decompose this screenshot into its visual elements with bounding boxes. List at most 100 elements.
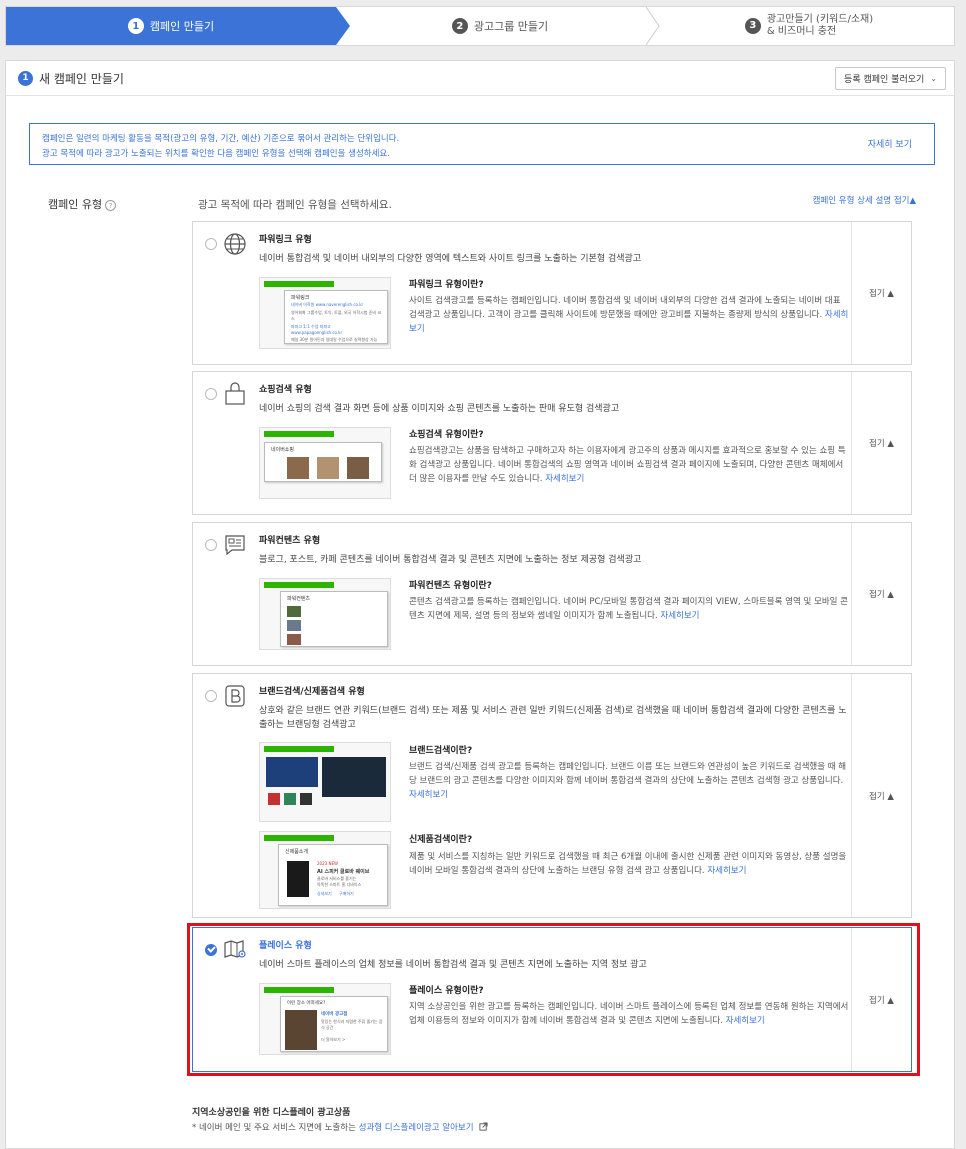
- content-icon: [225, 535, 245, 556]
- more-link[interactable]: 자세히보기: [409, 790, 448, 800]
- campaign-type-card-shopping[interactable]: 쇼핑검색 유형 네이버 쇼핑의 검색 결과 화면 등에 상품 이미지와 쇼핑 콘…: [192, 371, 912, 515]
- external-link-icon[interactable]: [479, 1122, 488, 1131]
- preview-text: 네이버 어학원 www.naverenglish.co.kr: [291, 302, 364, 307]
- preview-text: 구매하기: [339, 891, 354, 896]
- newproduct-preview-popup: 신제품소개 2023 NEW AI 스피커 클로바 웨이브 클로바 서비스를 즐…: [278, 844, 388, 906]
- card-title: 브랜드검색/신제품검색 유형: [259, 687, 365, 697]
- step-number: 2: [451, 18, 468, 34]
- card-title: 쇼핑검색 유형: [259, 385, 312, 395]
- globe-icon: [224, 233, 246, 255]
- campaign-type-card-place[interactable]: 플레이스 유형 네이버 스마트 플레이스의 업체 정보를 네이버 통합검색 결과…: [192, 927, 912, 1072]
- radio-place[interactable]: [205, 944, 217, 956]
- collapse-details-link[interactable]: 캠페인 유형 상세 설명 접기▲: [813, 194, 916, 206]
- preview-text: 맛있는 한식과 저렴한 주류 즐기는 음식 공간: [321, 1019, 383, 1030]
- product-image: [317, 457, 339, 479]
- radio-shopping[interactable]: [205, 388, 217, 400]
- thumbnail-image: [287, 634, 301, 645]
- card-sub-description: 쇼핑검색광고는 상품을 탐색하고 구매하고자 하는 이용자에게 광고주의 상품과…: [409, 444, 849, 486]
- powerlink-preview-popup: 파워링크 네이버 어학원 www.naverenglish.co.kr 영어회화…: [284, 290, 388, 344]
- card-description: 블로그, 포스트, 카페 콘텐츠를 네이버 통합검색 결과 및 콘텐츠 지면에 …: [259, 555, 642, 565]
- more-link[interactable]: 자세히보기: [660, 611, 699, 621]
- place-preview-image: 이런 장소 어떠세요? 네이버 광고점 맛있는 한식과 저렴한 주류 즐기는 음…: [259, 983, 391, 1055]
- help-icon[interactable]: ?: [105, 200, 117, 211]
- step-number: 3: [744, 18, 761, 34]
- more-link[interactable]: 자세히보기: [726, 1016, 765, 1026]
- card-description: 네이버 쇼핑의 검색 결과 화면 등에 상품 이미지와 쇼핑 콘텐츠를 노출하는…: [259, 404, 620, 414]
- footer-title: 지역소상공인을 위한 디스플레이 광고상품: [192, 1108, 351, 1118]
- shopping-bag-icon: [225, 382, 245, 405]
- preview-head: 신제품소개: [285, 849, 309, 855]
- brand-b-icon: [225, 685, 245, 707]
- campaign-type-card-powerlink[interactable]: 파워링크 유형 네이버 통합검색 및 네이버 내외부의 다양한 영역에 텍스트와…: [192, 221, 912, 365]
- card-sub-description: 사이트 검색광고를 등록하는 캠페인입니다. 네이버 통합검색 및 네이버 내외…: [409, 294, 849, 336]
- newproduct-preview-image: 신제품소개 2023 NEW AI 스피커 클로바 웨이브 클로바 서비스를 즐…: [259, 831, 391, 909]
- card-description: 네이버 스마트 플레이스의 업체 정보를 네이버 통합검색 결과 및 콘텐츠 지…: [259, 960, 647, 970]
- step-label: 광고그룹 만들기: [473, 20, 549, 33]
- product-image: [347, 457, 369, 479]
- campaign-stepper: 1 캠페인 만들기 2 광고그룹 만들기 3 광고만들기 (키워드/소재) & …: [5, 6, 955, 46]
- speaker-image: [287, 861, 309, 897]
- powerlink-preview-image: 파워링크 네이버 어학원 www.naverenglish.co.kr 영어회화…: [259, 277, 391, 349]
- fold-button[interactable]: 접기 ▲: [851, 372, 911, 514]
- preview-text: AI 스피커 클로바 웨이브: [317, 869, 370, 875]
- product-image: [268, 793, 280, 805]
- sub-desc-text: 지역 소상공인을 위한 광고를 등록하는 캠페인입니다. 네이버 스마트 플레이…: [409, 1002, 849, 1026]
- naver-searchbar: [264, 281, 334, 287]
- more-link[interactable]: 자세히보기: [545, 474, 584, 484]
- panel-title: 새 캠페인 만들기: [39, 71, 124, 86]
- card-sub-description: 브랜드 검색/신제품 검색 광고를 등록하는 캠페인입니다. 브랜드 이름 또는…: [409, 760, 849, 802]
- powercontent-preview-image: 파워컨텐츠: [259, 578, 391, 650]
- thumbnail-image: [287, 620, 301, 631]
- radio-powercontent[interactable]: [205, 539, 217, 551]
- step-label: 광고만들기 (키워드/소재): [766, 14, 874, 25]
- card-subtitle: 파워링크 유형이란?: [409, 280, 484, 290]
- card-sub-description: 콘텐츠 검색광고를 등록하는 캠페인입니다. 네이버 PC/모바일 통합검색 결…: [409, 595, 849, 623]
- display-ad-link[interactable]: 성과형 디스플레이광고 알아보기: [359, 1123, 474, 1133]
- sub-desc-text: 사이트 검색광고를 등록하는 캠페인입니다. 네이버 통합검색 및 네이버 내외…: [409, 296, 841, 320]
- campaign-info-box: 캠페인은 일련의 마케팅 활동을 목적(광고의 유형, 기간, 예산) 기준으로…: [29, 123, 935, 165]
- campaign-type-label: 캠페인 유형?: [48, 196, 117, 212]
- map-pin-icon: [224, 940, 246, 958]
- preview-head: 파워컨텐츠: [287, 596, 311, 602]
- step-label-sub: & 비즈머니 충전: [766, 26, 837, 37]
- card-description: 네이버 통합검색 및 네이버 내외부의 다양한 영역에 텍스트와 사이트 링크를…: [259, 254, 642, 264]
- product-image: [284, 793, 296, 805]
- card-title: 파워링크 유형: [259, 235, 312, 245]
- fold-button[interactable]: 접기 ▲: [851, 674, 911, 917]
- naver-searchbar: [264, 431, 334, 437]
- load-campaign-dropdown[interactable]: 등록 캠페인 불러오기 ⌄: [835, 67, 946, 90]
- card-title: 파워컨텐츠 유형: [259, 536, 321, 546]
- powercontent-preview-popup: 파워컨텐츠: [280, 591, 388, 647]
- card-subtitle: 플레이스 유형이란?: [409, 986, 484, 996]
- campaign-type-prompt: 광고 목적에 따라 캠페인 유형을 선택하세요.: [198, 199, 392, 211]
- preview-text: 영어회화 그룹수업, 토익, 토플, 외국 어학시험 준비 코스: [291, 310, 381, 321]
- fold-button[interactable]: 접기 ▲: [851, 222, 911, 364]
- radio-brandsearch[interactable]: [205, 690, 217, 702]
- step-label: 캠페인 만들기: [149, 20, 215, 33]
- info-text: 캠페인은 일련의 마케팅 활동을 목적(광고의 유형, 기간, 예산) 기준으로…: [42, 134, 400, 144]
- naver-searchbar: [264, 835, 334, 841]
- step-number: 1: [127, 18, 144, 34]
- preview-text: 더 알아보기 >: [321, 1037, 346, 1042]
- radio-powerlink[interactable]: [205, 238, 217, 250]
- section-number: 1: [18, 70, 33, 86]
- card-description: 상호와 같은 브랜드 연관 키워드(브랜드 검색) 또는 제품 및 서비스 관련…: [259, 706, 847, 730]
- load-campaign-label: 등록 캠페인 불러오기: [844, 75, 925, 85]
- info-text: 광고 목적에 따라 광고가 노출되는 위치를 확인한 다음 캠페인 유형을 선택…: [42, 149, 390, 159]
- card-sub-description: 지역 소상공인을 위한 광고를 등록하는 캠페인입니다. 네이버 스마트 플레이…: [409, 1000, 849, 1028]
- campaign-type-card-brandsearch[interactable]: 브랜드검색/신제품검색 유형 상호와 같은 브랜드 연관 키워드(브랜드 검색)…: [192, 673, 912, 918]
- naver-searchbar: [264, 746, 334, 752]
- fold-button[interactable]: 접기 ▲: [851, 523, 911, 665]
- step-adgroup: 2 광고그룹 만들기: [350, 7, 650, 45]
- more-link[interactable]: 자세히보기: [707, 866, 746, 876]
- step-arrow: [336, 7, 350, 45]
- campaign-type-card-powercontent[interactable]: 파워컨텐츠 유형 블로그, 포스트, 카페 콘텐츠를 네이버 통합검색 결과 및…: [192, 522, 912, 666]
- brand-banner-image: [322, 757, 386, 797]
- card-subtitle: 쇼핑검색 유형이란?: [409, 430, 484, 440]
- card-title: 플레이스 유형: [259, 941, 312, 951]
- thumbnail-image: [287, 606, 301, 617]
- card-subtitle: 신제품검색이란?: [409, 835, 473, 845]
- fold-button[interactable]: 접기 ▲: [851, 928, 911, 1071]
- preview-text: 2023 NEW: [317, 861, 338, 866]
- info-more-link[interactable]: 자세히 보기: [868, 138, 912, 153]
